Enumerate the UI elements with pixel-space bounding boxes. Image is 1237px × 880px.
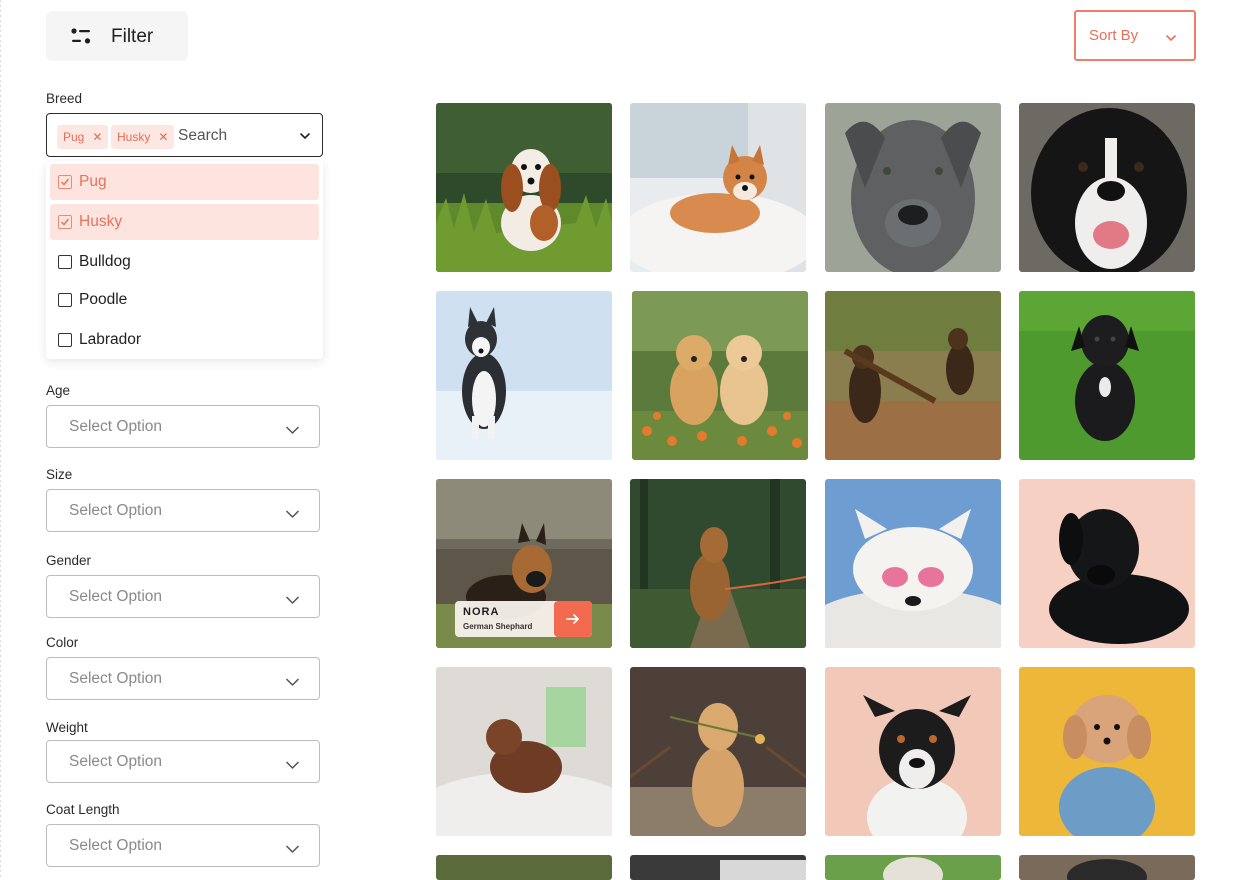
chevron-down-icon <box>285 422 300 434</box>
checkbox-checked[interactable] <box>58 175 72 189</box>
select-value: Select Option <box>69 753 163 770</box>
checkbox[interactable] <box>58 293 72 307</box>
dog-photo-forest-spaniel[interactable] <box>630 479 806 648</box>
breed-option-bulldog[interactable]: Bulldog <box>50 244 319 280</box>
color-select[interactable]: Select Option <box>46 657 320 700</box>
size-select[interactable]: Select Option <box>46 489 320 532</box>
arrow-right-icon <box>566 614 579 624</box>
dog-photo-partial[interactable] <box>825 855 1001 880</box>
chevron-down-icon <box>285 757 300 769</box>
dog-photo-brown-doodle-bed[interactable] <box>436 667 612 836</box>
view-dog-button[interactable] <box>554 601 592 637</box>
close-icon[interactable]: ✕ <box>92 130 102 144</box>
dog-name: NORA <box>463 606 500 618</box>
chip-label: Pug <box>63 130 85 144</box>
filter-label: Filter <box>111 26 154 47</box>
select-value: Select Option <box>69 502 163 519</box>
option-label: Labrador <box>79 331 142 348</box>
breed-option-husky[interactable]: Husky <box>50 204 319 240</box>
select-value: Select Option <box>69 837 163 854</box>
coat-length-select[interactable]: Select Option <box>46 824 320 867</box>
dog-photo-white-dog-sunglasses[interactable] <box>825 479 1001 648</box>
breed-option-labrador[interactable]: Labrador <box>50 322 319 358</box>
select-value: Select Option <box>69 418 163 435</box>
dog-photo-shiba[interactable] <box>630 103 806 272</box>
dog-photo-golden-flower[interactable] <box>630 667 806 836</box>
chevron-down-icon <box>1165 31 1177 43</box>
chip-husky: Husky ✕ <box>111 125 175 149</box>
color-label: Color <box>46 635 79 650</box>
chip-pug: Pug ✕ <box>57 125 109 149</box>
featured-dog-card[interactable]: NORA German Shephard <box>455 601 592 637</box>
option-label: Pug <box>79 173 107 190</box>
chevron-down-icon[interactable] <box>299 129 311 141</box>
filter-button[interactable]: Filter <box>46 11 188 61</box>
dog-photo-gray-pitbull[interactable] <box>825 103 1001 272</box>
checkbox[interactable] <box>58 333 72 347</box>
dog-photo-husky-puppy[interactable] <box>436 291 612 460</box>
left-edge-divider <box>0 0 1 880</box>
breed-option-pug[interactable]: Pug <box>50 164 319 200</box>
sliders-icon <box>70 27 92 45</box>
dog-breed: German Shephard <box>463 622 533 631</box>
chevron-down-icon <box>285 506 300 518</box>
sort-by-button[interactable]: Sort By <box>1074 10 1196 61</box>
option-label: Poodle <box>79 291 128 308</box>
dog-photo-poodle-shirt[interactable] <box>1019 667 1195 836</box>
dog-photo-partial[interactable] <box>630 855 806 880</box>
age-select[interactable]: Select Option <box>46 405 320 448</box>
size-label: Size <box>46 467 73 482</box>
dog-photo-black-puppy[interactable] <box>1019 291 1195 460</box>
breed-multiselect[interactable]: Pug ✕ Husky ✕ <box>46 113 323 157</box>
dog-photo-partial[interactable] <box>1019 855 1195 880</box>
breed-option-poodle[interactable]: Poodle <box>50 282 319 318</box>
weight-select[interactable]: Select Option <box>46 740 320 783</box>
select-value: Select Option <box>69 670 163 687</box>
dog-photo-golden-puppies[interactable] <box>632 291 808 460</box>
dog-photo-black-lab-pink[interactable] <box>1019 479 1195 648</box>
gender-select[interactable]: Select Option <box>46 575 320 618</box>
chevron-down-icon <box>285 841 300 853</box>
dog-photo-cavalier[interactable] <box>436 103 612 272</box>
weight-label: Weight <box>46 720 88 735</box>
breed-dropdown: Pug Husky Bulldog Poodle Labrador <box>46 161 323 359</box>
chevron-down-icon <box>285 674 300 686</box>
breed-search-input[interactable] <box>178 124 288 148</box>
coat-length-label: Coat Length <box>46 802 120 817</box>
dog-photo-border-collie[interactable] <box>1019 103 1195 272</box>
dog-photo-terrier-pink[interactable] <box>825 667 1001 836</box>
breed-label: Breed <box>46 91 83 106</box>
checkbox[interactable] <box>58 255 72 269</box>
option-label: Bulldog <box>79 253 131 270</box>
chip-label: Husky <box>117 130 151 144</box>
checkbox-checked[interactable] <box>58 215 72 229</box>
dog-photo-partial[interactable] <box>436 855 612 880</box>
gender-label: Gender <box>46 553 92 568</box>
age-label: Age <box>46 383 71 398</box>
select-value: Select Option <box>69 588 163 605</box>
option-label: Husky <box>79 213 123 230</box>
dog-photo-shepherds-stick[interactable] <box>825 291 1001 460</box>
sort-by-label: Sort By <box>1089 27 1139 44</box>
chevron-down-icon <box>285 592 300 604</box>
close-icon[interactable]: ✕ <box>158 130 168 144</box>
